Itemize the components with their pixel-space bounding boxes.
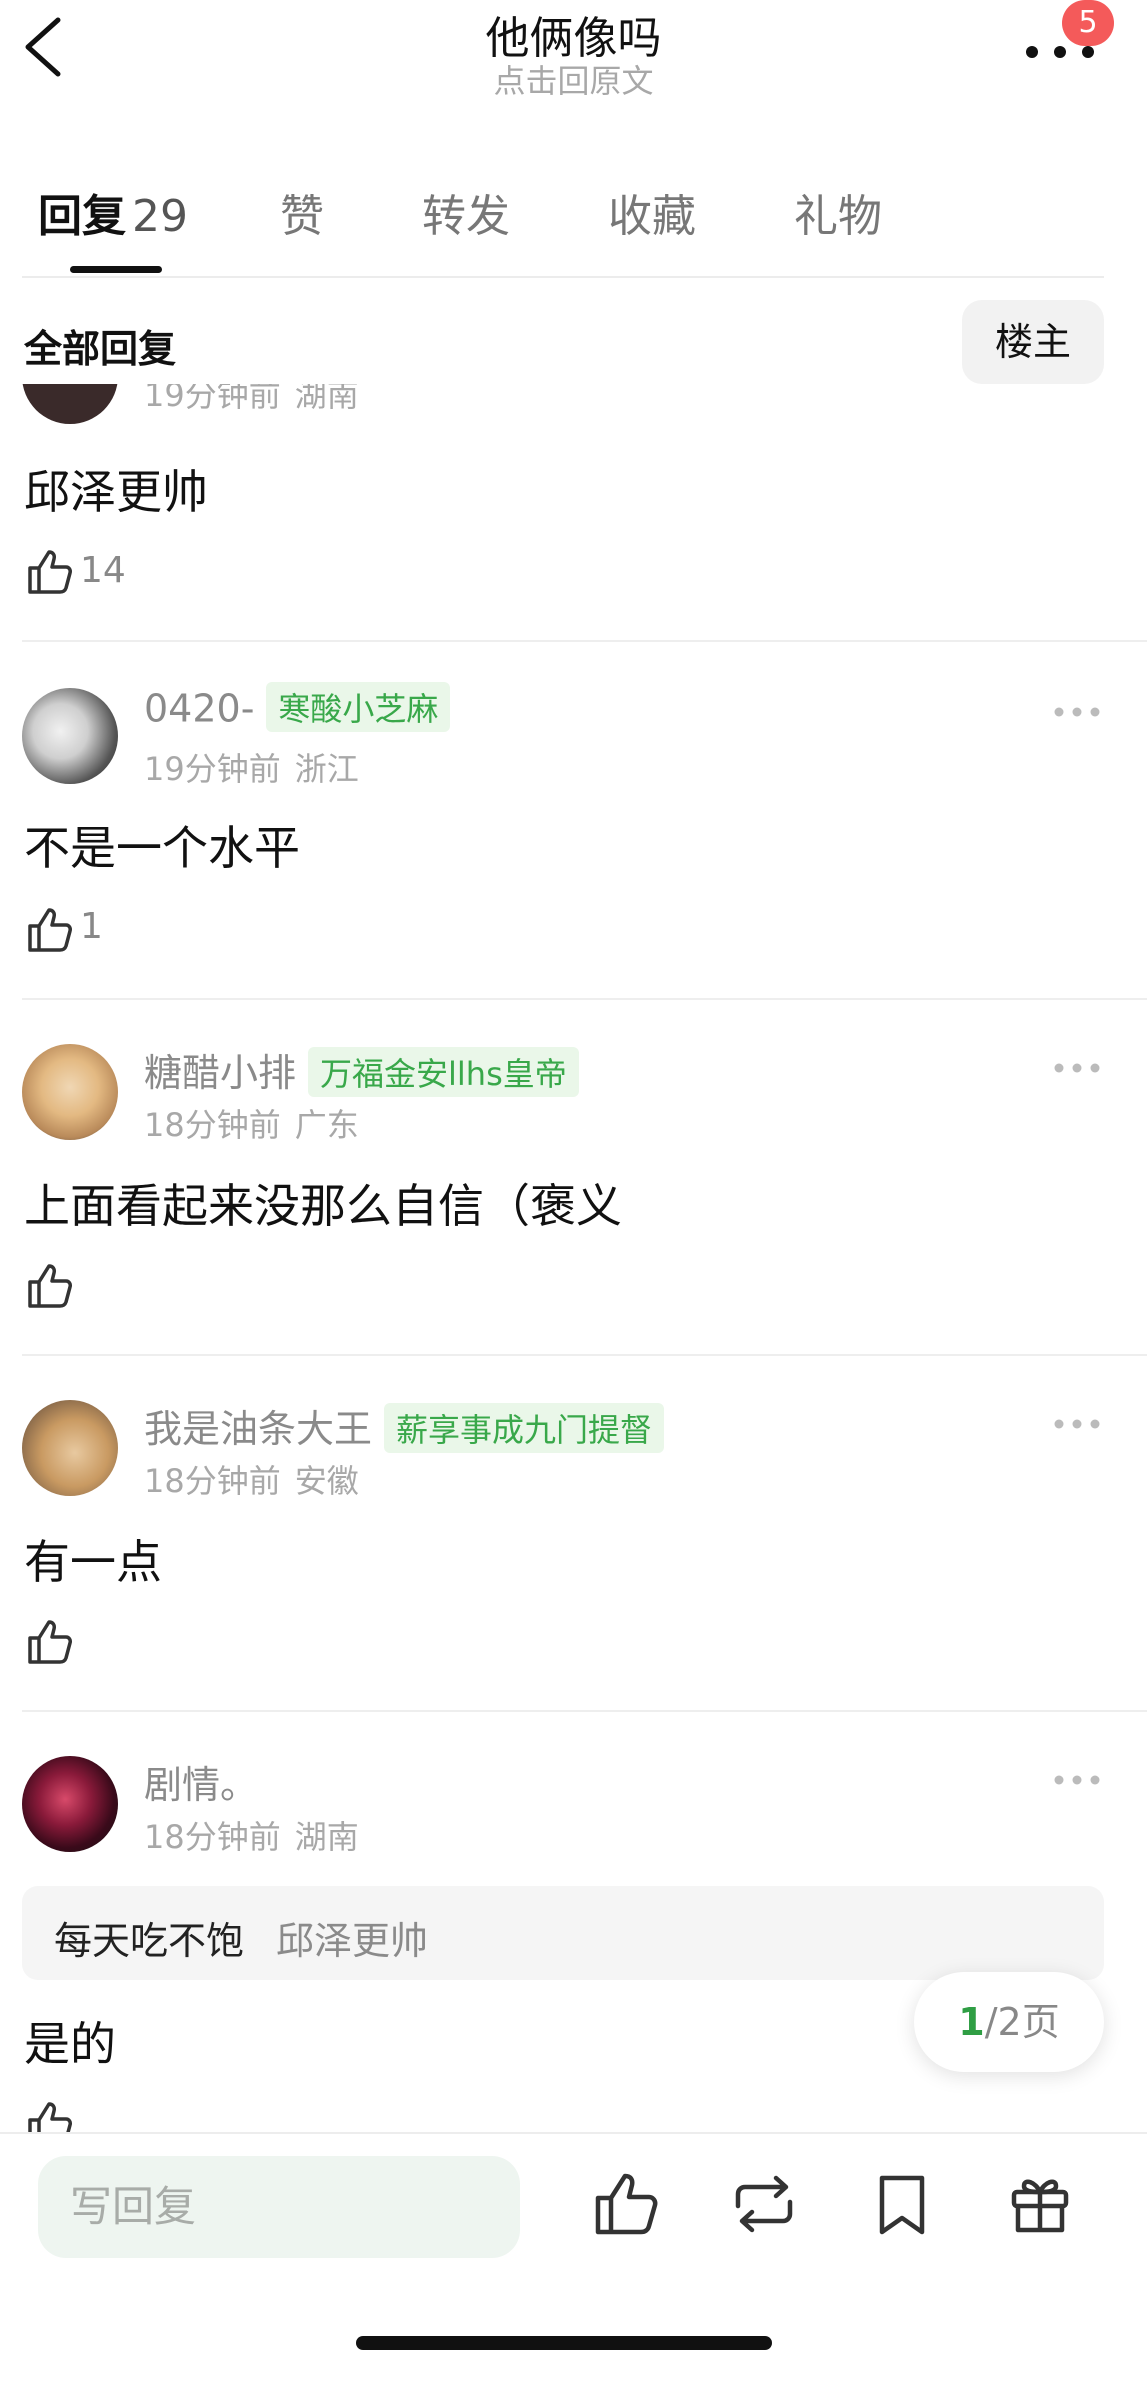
comment-username[interactable]: 0420- 寒酸小芝麻 bbox=[144, 682, 451, 736]
avatar[interactable] bbox=[22, 1400, 118, 1496]
tab-favorites[interactable]: 收藏 bbox=[608, 180, 696, 244]
avatar[interactable] bbox=[22, 1756, 118, 1852]
comment-text: 有一点 bbox=[24, 1535, 162, 1589]
comment-location: 湖南 bbox=[294, 384, 359, 414]
comment-time: 18分钟前 bbox=[144, 1106, 281, 1144]
quoted-reply[interactable]: 每天吃不饱 邱泽更帅 bbox=[22, 1886, 1104, 1980]
home-indicator bbox=[356, 2336, 772, 2350]
username-text: 0420- bbox=[144, 686, 255, 731]
current-page: 1 bbox=[958, 2000, 985, 2044]
quoted-username[interactable]: 每天吃不饱 bbox=[54, 1910, 244, 1965]
quoted-text: 邱泽更帅 bbox=[276, 1919, 429, 1963]
tab-likes[interactable]: 赞 bbox=[280, 180, 324, 244]
comment-username[interactable]: 剧情。 bbox=[144, 1754, 258, 1809]
thumbs-up-icon[interactable] bbox=[590, 2168, 662, 2240]
tab-gifts[interactable]: 礼物 bbox=[794, 180, 882, 244]
page-indicator[interactable]: 1/2页 bbox=[914, 1972, 1104, 2072]
comment-username[interactable]: 我是油条大王 薪享事成九门提督 bbox=[144, 1398, 665, 1457]
like-count: 14 bbox=[80, 550, 126, 591]
tab-reposts[interactable]: 转发 bbox=[422, 180, 510, 244]
more-horizontal-icon[interactable] bbox=[1052, 1770, 1102, 1790]
page-total: /2页 bbox=[984, 2000, 1060, 2044]
user-tag[interactable]: 薪享事成九门提督 bbox=[384, 1402, 665, 1453]
tab-replies[interactable]: 回复 29 bbox=[38, 180, 188, 244]
comment-location: 安徽 bbox=[294, 1462, 359, 1500]
divider bbox=[22, 1354, 1147, 1356]
comment-meta: 19分钟前 浙江 bbox=[144, 744, 359, 790]
like-count: 1 bbox=[80, 906, 103, 947]
user-tag[interactable]: 寒酸小芝麻 bbox=[266, 682, 451, 732]
comment-time: 18分钟前 bbox=[144, 1818, 281, 1856]
owner-only-button[interactable]: 楼主 bbox=[962, 300, 1104, 384]
comment-location: 浙江 bbox=[294, 750, 359, 788]
comment-text: 是的 bbox=[24, 2017, 116, 2071]
comment-time: 18分钟前 bbox=[144, 1462, 281, 1500]
divider bbox=[22, 1710, 1147, 1712]
comment-meta: 19分钟前 湖南 bbox=[144, 384, 359, 424]
comment-text: 邱泽更帅 bbox=[24, 465, 208, 519]
comment-meta: 18分钟前 广东 bbox=[144, 1100, 359, 1146]
comment-time: 19分钟前 bbox=[144, 750, 281, 788]
filter-title[interactable]: 全部回复 bbox=[24, 318, 176, 373]
avatar[interactable] bbox=[22, 1044, 118, 1140]
more-horizontal-icon[interactable] bbox=[1052, 1414, 1102, 1434]
username-text: 我是油条大王 bbox=[144, 1407, 373, 1451]
avatar[interactable] bbox=[22, 384, 118, 424]
divider bbox=[22, 640, 1147, 642]
comment-time: 19分钟前 bbox=[144, 384, 281, 414]
thumbs-up-icon[interactable] bbox=[24, 1260, 76, 1312]
more-horizontal-icon[interactable] bbox=[1052, 702, 1102, 722]
comment-location: 广东 bbox=[294, 1106, 359, 1144]
comment-meta: 18分钟前 湖南 bbox=[144, 1812, 359, 1858]
tab-replies-label: 回复 bbox=[38, 191, 126, 242]
thumbs-up-icon[interactable] bbox=[24, 1616, 76, 1668]
avatar[interactable] bbox=[22, 688, 118, 784]
active-tab-indicator bbox=[70, 266, 162, 273]
back-to-original-link[interactable]: 点击回原文 bbox=[0, 56, 1147, 102]
comment-text: 上面看起来没那么自信（褒义 bbox=[24, 1179, 622, 1233]
comment-username[interactable]: 糖醋小排 万福金安llhs皇帝 bbox=[144, 1042, 579, 1101]
divider bbox=[22, 998, 1147, 1000]
comment-text: 不是一个水平 bbox=[24, 821, 300, 875]
tab-bar: 回复 29 赞 转发 收藏 礼物 bbox=[0, 170, 1147, 280]
comment-location: 湖南 bbox=[294, 1818, 359, 1856]
tab-replies-count: 29 bbox=[132, 191, 188, 242]
thumbs-up-icon[interactable] bbox=[24, 546, 76, 598]
username-text: 剧情。 bbox=[144, 1763, 259, 1807]
thumbs-up-icon[interactable] bbox=[24, 2098, 76, 2132]
gift-icon[interactable] bbox=[1004, 2168, 1076, 2240]
comment-meta: 18分钟前 安徽 bbox=[144, 1456, 359, 1502]
repost-icon[interactable] bbox=[728, 2168, 800, 2240]
more-horizontal-icon[interactable] bbox=[1052, 1058, 1102, 1078]
reply-input[interactable]: 写回复 bbox=[38, 2156, 520, 2258]
username-text: 糖醋小排 bbox=[144, 1051, 297, 1095]
notification-badge: 5 bbox=[1062, 0, 1114, 46]
divider bbox=[22, 276, 1104, 278]
bookmark-icon[interactable] bbox=[866, 2168, 938, 2240]
thumbs-up-icon[interactable] bbox=[24, 904, 76, 956]
header: 他俩像吗 点击回原文 5 bbox=[0, 0, 1147, 120]
user-tag[interactable]: 万福金安llhs皇帝 bbox=[308, 1046, 579, 1097]
